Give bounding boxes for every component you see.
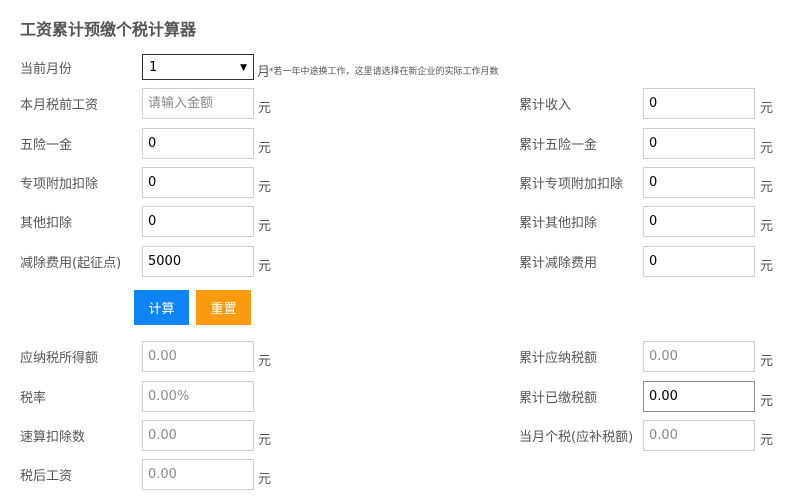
quick-deduction-output — [142, 420, 254, 451]
cumulative-tax-payable-label: 累计应纳税额 — [519, 351, 598, 366]
cumulative-threshold-label: 累计减除费用 — [519, 256, 598, 271]
unit-label: 元 — [760, 259, 774, 274]
unit-label: 元 — [258, 354, 272, 369]
after-tax-salary-output — [142, 459, 254, 490]
unit-label: 元 — [258, 259, 272, 274]
unit-label: 元 — [258, 141, 272, 156]
page-title: 工资累计预缴个税计算器 — [20, 20, 197, 39]
pretax-salary-label: 本月税前工资 — [20, 98, 99, 113]
cumulative-tax-paid-input[interactable] — [643, 381, 755, 412]
cumulative-other-input[interactable] — [643, 206, 755, 237]
unit-label: 元 — [760, 101, 774, 116]
insurance-fund-label: 五险一金 — [20, 138, 73, 153]
cumulative-income-input[interactable] — [643, 88, 755, 119]
insurance-fund-input[interactable] — [142, 128, 254, 159]
taxable-income-output — [142, 341, 254, 372]
cumulative-income-label: 累计收入 — [519, 98, 572, 113]
reset-button[interactable]: 重置 — [196, 290, 251, 325]
cumulative-special-label: 累计专项附加扣除 — [519, 177, 624, 192]
unit-label: 元 — [258, 180, 272, 195]
taxable-income-label: 应纳税所得额 — [20, 351, 99, 366]
cumulative-other-label: 累计其他扣除 — [519, 216, 598, 231]
pretax-salary-input[interactable] — [142, 88, 254, 119]
quick-deduction-label: 速算扣除数 — [20, 430, 86, 445]
other-deduction-input[interactable] — [142, 206, 254, 237]
unit-label: 元 — [760, 354, 774, 369]
unit-label: 元 — [258, 219, 272, 234]
cumulative-insurance-label: 累计五险一金 — [519, 138, 598, 153]
other-deduction-label: 其他扣除 — [20, 216, 73, 231]
cumulative-threshold-input[interactable] — [643, 246, 755, 277]
month-select-value: 1 — [149, 60, 158, 75]
monthly-tax-label: 当月个税(应补税额) — [519, 430, 634, 445]
monthly-tax-output — [643, 420, 755, 451]
unit-label: 元 — [258, 472, 272, 487]
cumulative-tax-paid-label: 累计已缴税额 — [519, 391, 598, 406]
month-select[interactable]: 1 ▼ — [142, 54, 254, 80]
after-tax-salary-label: 税后工资 — [20, 469, 73, 484]
tax-rate-label: 税率 — [20, 391, 47, 406]
special-deduction-label: 专项附加扣除 — [20, 177, 99, 192]
unit-label: 元 — [760, 394, 774, 409]
special-deduction-input[interactable] — [142, 167, 254, 198]
cumulative-insurance-input[interactable] — [643, 128, 755, 159]
tax-rate-output — [142, 381, 254, 412]
unit-label: 元 — [760, 141, 774, 156]
unit-label: 元 — [760, 180, 774, 195]
month-label: 当前月份 — [20, 62, 73, 77]
threshold-input[interactable] — [142, 246, 254, 277]
unit-label: 元 — [258, 433, 272, 448]
threshold-label: 减除费用(起征点) — [20, 256, 122, 271]
cumulative-special-input[interactable] — [643, 167, 755, 198]
unit-label: 元 — [760, 219, 774, 234]
month-hint: *若一年中途换工作，这里请选择在新企业的实际工作月数 — [269, 67, 499, 77]
cumulative-tax-payable-output — [643, 341, 755, 372]
unit-label: 元 — [760, 433, 774, 448]
chevron-down-icon: ▼ — [240, 63, 247, 73]
unit-label: 元 — [258, 101, 272, 116]
calculate-button[interactable]: 计算 — [134, 290, 189, 325]
